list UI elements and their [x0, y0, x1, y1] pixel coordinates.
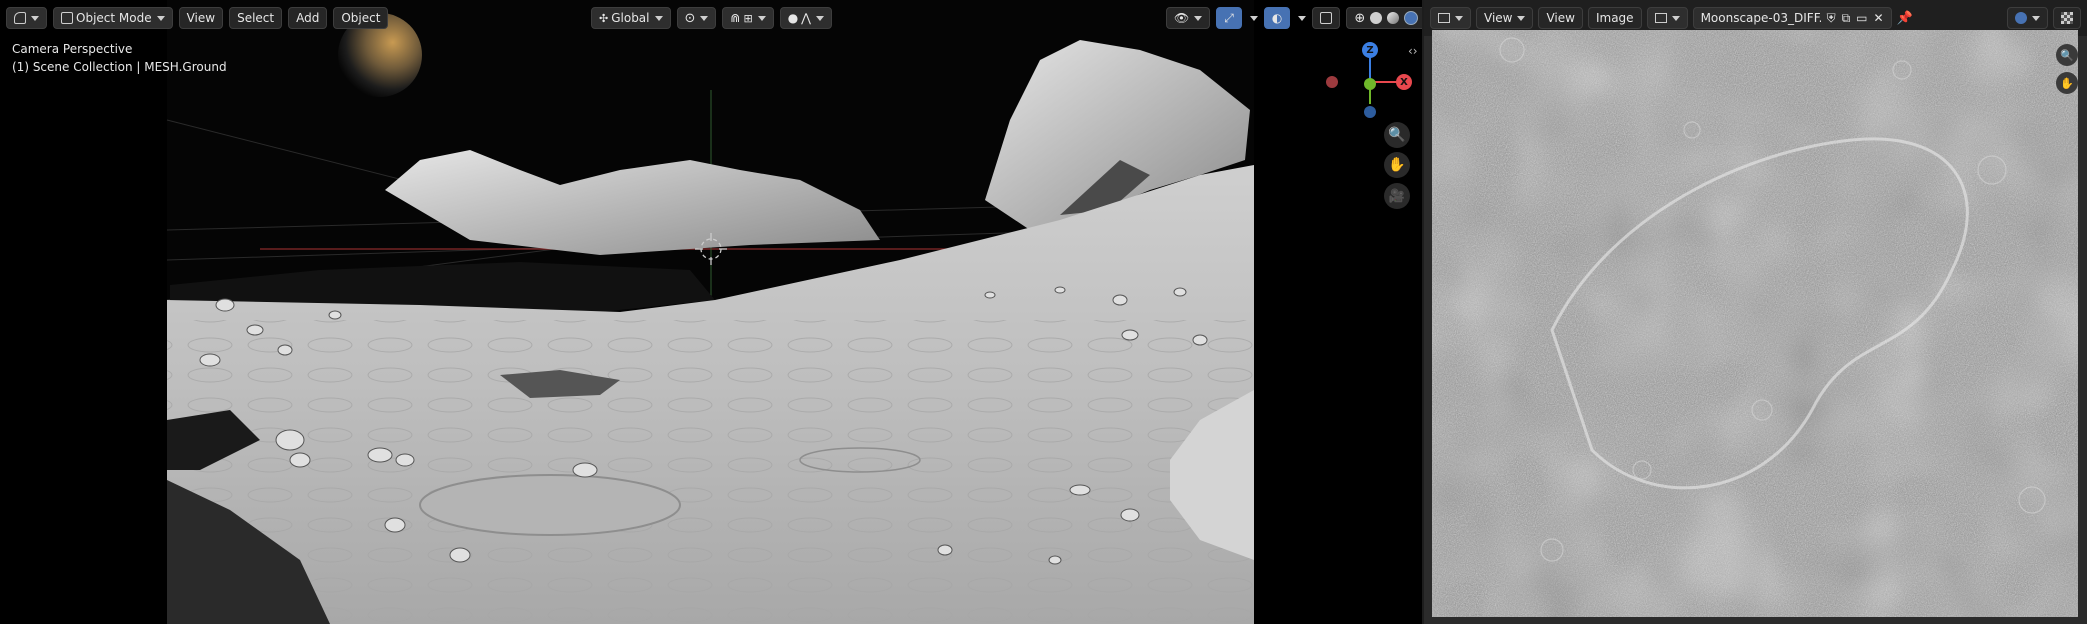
chevron-down-icon	[156, 15, 165, 21]
zoom-icon: 🔍	[1388, 127, 1406, 143]
image-editor[interactable]: View View Image Moonscape-03_DIFF... ⛨ ⧉…	[1424, 0, 2087, 624]
proportional-edit-toggle[interactable]: ● ⋀	[779, 7, 833, 29]
overlays-toggle[interactable]: ◐	[1263, 7, 1291, 29]
image-name-field[interactable]: Moonscape-03_DIFF... ⛨ ⧉ ▭ ✕	[1692, 7, 1892, 29]
wireframe-shading-icon: ⊕	[1354, 10, 1366, 26]
visibility-dropdown[interactable]: 👁	[1166, 7, 1211, 29]
duplicate-icon[interactable]: ⧉	[1842, 11, 1851, 26]
editor-type-button[interactable]	[1430, 7, 1471, 29]
menu-view[interactable]: View	[178, 7, 224, 29]
viewport-display-toolbar: 👁 ⤢ ◐ ⊕	[1160, 0, 1422, 36]
menu-object[interactable]: Object	[333, 7, 389, 29]
chevron-down-icon	[757, 15, 766, 21]
hand-pan-icon: ✋	[1388, 157, 1406, 173]
3d-viewport[interactable]: Object Mode View Select Add Object ✣ Glo…	[0, 0, 1422, 624]
chevron-down-icon	[654, 15, 663, 21]
gizmo-neg-x-axis[interactable]	[1326, 76, 1338, 88]
image-browse-button[interactable]	[1646, 7, 1688, 29]
zoom-button[interactable]: 🔍	[1384, 122, 1410, 148]
editor-type-button[interactable]	[6, 7, 47, 29]
checker-icon	[2061, 12, 2073, 24]
folder-icon[interactable]: ▭	[1856, 11, 1867, 25]
image-editor-icon	[1438, 13, 1450, 23]
moon-scene-render	[166, 0, 1255, 624]
gizmo-toggle[interactable]: ⤢	[1216, 7, 1242, 29]
camera-icon: 🎥	[1388, 188, 1406, 204]
material-preview-icon	[1387, 12, 1400, 24]
close-icon[interactable]: ✕	[1874, 11, 1884, 25]
editor-zoom-button[interactable]: 🔍	[2056, 44, 2078, 66]
falloff-icon: ⋀	[801, 11, 812, 25]
object-mode-icon	[61, 12, 73, 24]
chevron-down-icon	[816, 15, 825, 21]
xray-icon	[1320, 12, 1333, 24]
transform-orientation-dropdown[interactable]: ✣ Global	[591, 7, 671, 29]
orientation-label: Global	[611, 11, 650, 25]
menu-view[interactable]: View	[1538, 7, 1583, 29]
pin-icon[interactable]: 📌	[1897, 11, 1913, 26]
chevron-down-icon	[1194, 15, 1203, 21]
solid-shading-icon	[1370, 12, 1383, 24]
snap-toggle[interactable]: ⋒ ⊞	[722, 7, 774, 29]
moonscape-texture-image	[1432, 30, 2078, 617]
overlays-dropdown[interactable]	[2007, 7, 2048, 29]
chevron-down-icon	[31, 15, 39, 21]
image-name-label: Moonscape-03_DIFF...	[1700, 11, 1821, 25]
fake-user-shield-icon[interactable]: ⛨	[1827, 11, 1836, 26]
viewport-info-overlay: Camera Perspective (1) Scene Collection …	[12, 40, 227, 76]
transform-toolbar: ✣ Global ⊙ ⋒ ⊞ ● ⋀	[585, 0, 838, 36]
gizmo-neg-z-axis[interactable]	[1364, 106, 1376, 118]
chevron-down-icon	[1455, 15, 1463, 21]
chevron-down-icon	[700, 15, 709, 21]
zoom-icon: 🔍	[2060, 48, 2074, 62]
3d-viewport-icon	[14, 12, 26, 24]
view-type-label: Camera Perspective	[12, 42, 133, 56]
view-mode-dropdown[interactable]: View	[1476, 7, 1534, 29]
chevron-down-icon	[1517, 15, 1526, 21]
mode-label: Object Mode	[76, 11, 152, 25]
mode-dropdown[interactable]: Object Mode	[53, 7, 173, 29]
gizmo-y-axis[interactable]	[1364, 78, 1376, 90]
gizmo-x-axis[interactable]: X	[1396, 74, 1412, 90]
magnet-icon: ⋒	[730, 11, 741, 25]
menu-select[interactable]: Select	[229, 7, 283, 29]
display-channels-button[interactable]	[2053, 7, 2081, 29]
chevron-down-icon[interactable]	[1249, 15, 1258, 21]
gizmo-icon: ⤢	[1224, 10, 1234, 25]
editor-pan-button[interactable]: ✋	[2056, 72, 2078, 94]
chevron-down-icon	[1671, 15, 1680, 21]
viewport-header: Object Mode View Select Add Object	[0, 0, 394, 36]
navigation-gizmo[interactable]: Z X	[1326, 38, 1412, 118]
menu-image[interactable]: Image	[1587, 7, 1642, 29]
eye-icon: 👁	[1174, 11, 1190, 25]
pivot-point-dropdown[interactable]: ⊙	[676, 7, 717, 29]
overlays-icon	[2015, 12, 2027, 24]
gizmo-z-axis[interactable]: Z	[1362, 42, 1378, 58]
pan-button[interactable]: ✋	[1384, 152, 1410, 178]
overlays-icon: ◐	[1271, 11, 1283, 25]
split-handle-icon[interactable]: ‹›	[1408, 44, 1418, 58]
active-object-label: (1) Scene Collection | MESH.Ground	[12, 60, 227, 74]
hand-pan-icon: ✋	[2060, 76, 2074, 90]
camera-view-button[interactable]: 🎥	[1384, 183, 1410, 209]
texture-canvas[interactable]	[1432, 30, 2078, 617]
menu-add[interactable]: Add	[288, 7, 328, 29]
pivot-icon: ⊙	[684, 10, 696, 26]
snap-increment-icon: ⊞	[743, 11, 753, 25]
proportional-edit-icon: ●	[787, 11, 799, 25]
chevron-down-icon	[2032, 15, 2040, 21]
chevron-down-icon[interactable]	[1298, 15, 1307, 21]
xray-toggle[interactable]	[1312, 7, 1341, 29]
view-dropdown-label: View	[1484, 11, 1513, 25]
rendered-shading-icon	[1404, 11, 1419, 25]
shading-modes[interactable]: ⊕	[1346, 7, 1422, 29]
image-icon	[1654, 13, 1667, 23]
orientation-icon: ✣	[599, 11, 609, 25]
